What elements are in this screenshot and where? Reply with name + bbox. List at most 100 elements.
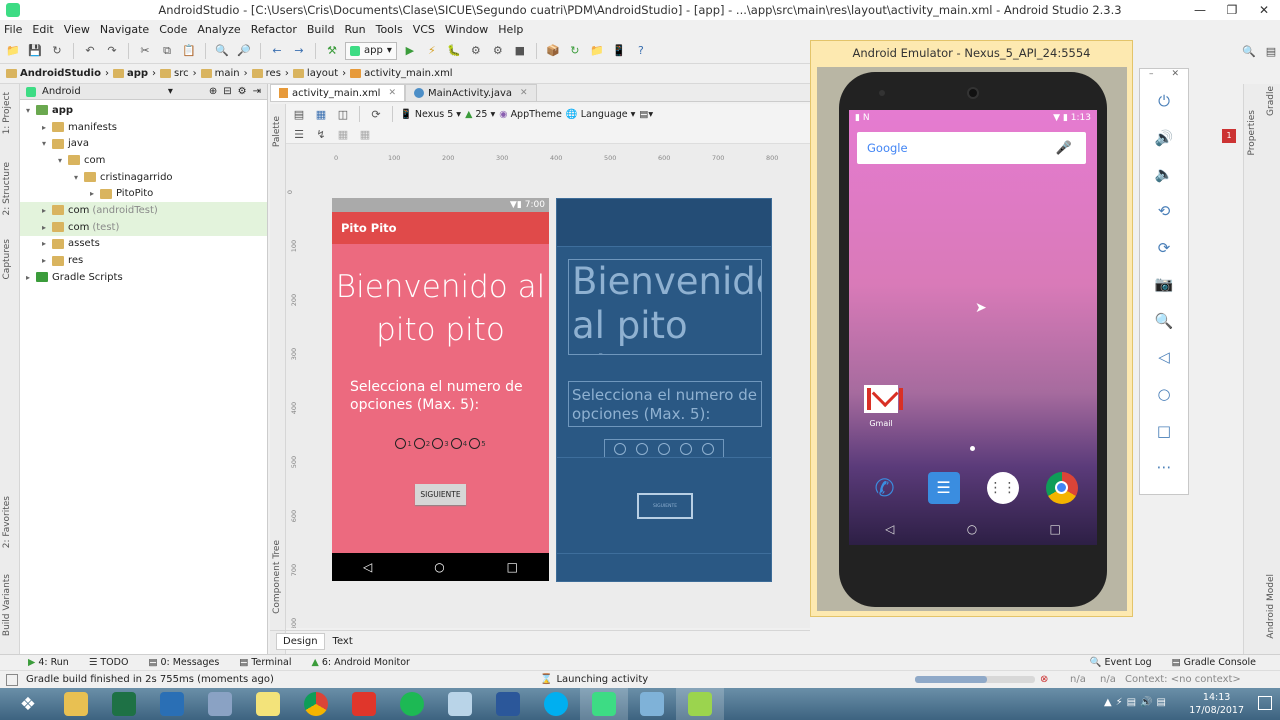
radio-option-2[interactable]: 2 [413,438,430,449]
app-drawer-icon[interactable]: ⋮⋮ [986,471,1019,504]
sync-icon[interactable]: ↻ [48,42,66,60]
terminal-tool-button[interactable]: ▤ Terminal [239,657,291,668]
show-constraints-icon[interactable]: ☰ [290,125,308,143]
breadcrumb-item[interactable]: app [112,68,148,79]
tab-captures[interactable]: Captures [2,239,12,279]
scroll-from-source-icon[interactable]: ⊕ [209,86,217,97]
blueprint-radio-group[interactable] [604,439,724,458]
gradle-tab[interactable]: Gradle [1266,86,1276,116]
collapsed-arrow-icon[interactable]: ▸ [26,273,36,282]
open-folder-icon[interactable]: 📁 [4,42,22,60]
messages-app-icon[interactable]: ☰ [927,471,960,504]
device-select[interactable]: 📱 Nexus 5 ▾ [400,109,461,120]
tree-item-com[interactable]: ▸ com (test) [20,218,267,236]
theme-select[interactable]: ◉ AppTheme [499,109,562,120]
debug-icon[interactable]: 🐛 [445,42,463,60]
tab-favorites[interactable]: 2: Favorites [2,496,12,548]
menu-refactor[interactable]: Refactor [251,23,297,36]
sdk-manager-icon[interactable]: 📦 [544,42,562,60]
sticky-notes-taskbar-icon[interactable] [244,688,292,720]
android-studio-taskbar-icon[interactable] [580,688,628,720]
menu-file[interactable]: File [4,23,22,36]
tree-item-gradle-scripts[interactable]: ▸ Gradle Scripts [20,269,267,286]
layout-icon[interactable]: ▤ [1262,42,1280,60]
phone-app-icon[interactable]: ✆ [869,472,901,504]
calculator-taskbar-icon[interactable] [196,688,244,720]
tab-structure[interactable]: 2: Structure [2,162,12,216]
orientation-icon[interactable]: ⟳ [367,105,385,123]
forward-icon[interactable]: → [290,42,308,60]
language-select[interactable]: 🌐 Language ▾ [566,109,636,120]
find-icon[interactable]: 🔍 [213,42,231,60]
google-search-bar[interactable]: Google 🎤 [857,132,1086,164]
breadcrumb-item[interactable]: main [200,68,240,79]
collapsed-arrow-icon[interactable]: ▸ [42,223,52,232]
todo-tool-button[interactable]: ☰ TODO [89,657,129,668]
paste-icon[interactable]: 📋 [180,42,198,60]
api-select[interactable]: ▲ 25 ▾ [465,109,495,120]
word-taskbar-icon[interactable] [484,688,532,720]
power-icon[interactable]: ⏻ [1140,83,1188,120]
collapsed-arrow-icon[interactable]: ▸ [90,189,100,198]
project-structure-icon[interactable]: 📁 [588,42,606,60]
run-icon[interactable]: ▶ [401,42,419,60]
both-view-icon[interactable]: ◫ [334,105,352,123]
properties-tab[interactable]: Properties [1247,110,1257,155]
tab-text[interactable]: Text [327,634,359,649]
tree-item-res[interactable]: ▸ res [20,252,267,269]
menu-run[interactable]: Run [345,23,366,36]
preview-next-button[interactable]: SIGUIENTE [415,484,466,505]
preview-welcome-text[interactable]: Bienvenido al pito pito [332,266,549,352]
notifications-icon[interactable] [1258,696,1272,710]
pdf-taskbar-icon[interactable] [340,688,388,720]
preview-question-text[interactable]: Selecciona el numero de opciones (Max. 5… [350,378,531,414]
system-tray-icons[interactable]: ▲⚡▤🔊▤ [1104,697,1170,708]
profile-icon[interactable]: ⚙ [489,42,507,60]
emu-recents-icon[interactable]: □ [1050,522,1061,536]
emu-back-icon[interactable]: ◁ [885,522,894,536]
close-tab-icon[interactable]: ✕ [388,88,396,98]
menu-window[interactable]: Window [445,23,488,36]
android-monitor-tool-button[interactable]: ▲ 6: Android Monitor [311,657,409,668]
breadcrumb-item[interactable]: res [251,68,281,79]
run-config-select[interactable]: app ▾ [345,41,397,60]
tab-project[interactable]: 1: Project [2,92,12,134]
tree-item-com[interactable]: ▸ com (androidTest) [20,202,267,219]
emu-home-icon[interactable]: ○ [967,522,977,536]
collapsed-arrow-icon[interactable]: ▸ [42,206,52,215]
settings-icon[interactable]: ⚙ [238,86,247,97]
tree-item-com[interactable]: ▾ com [20,152,267,169]
breadcrumb-item[interactable]: layout [292,68,338,79]
breadcrumb-item[interactable]: src [160,68,189,79]
collapse-all-icon[interactable]: ⊟ [223,86,231,97]
overview-icon[interactable]: □ [1140,412,1188,449]
more-icon[interactable]: ⋯ [1140,449,1188,486]
expanded-arrow-icon[interactable]: ▾ [42,139,52,148]
avd-manager-icon[interactable]: 📱 [610,42,628,60]
paint-taskbar-icon[interactable] [436,688,484,720]
expanded-arrow-icon[interactable]: ▾ [74,173,84,182]
hide-panel-icon[interactable]: ⇥ [253,86,261,97]
stop-icon[interactable]: ■ [511,42,529,60]
run-tool-button[interactable]: ▶ 4: Run [28,657,69,668]
menu-code[interactable]: Code [159,23,187,36]
mic-icon[interactable]: 🎤 [1056,141,1072,156]
menu-analyze[interactable]: Analyze [197,23,240,36]
design-preview-phone[interactable]: ▼▮ 7:00 Pito Pito Bienvenido al pito pito… [332,198,549,581]
autoconnect-icon[interactable]: ↯ [312,125,330,143]
tree-item-assets[interactable]: ▸ assets [20,236,267,253]
breadcrumb-item[interactable]: AndroidStudio [6,68,101,79]
design-view-icon[interactable]: ▤ [290,105,308,123]
messages-tool-button[interactable]: ▤ 0: Messages [148,657,219,668]
collapsed-arrow-icon[interactable]: ▸ [42,123,52,132]
menu-edit[interactable]: Edit [32,23,53,36]
cut-icon[interactable]: ✂ [136,42,154,60]
component-tree-tab[interactable]: Component Tree [272,540,282,614]
breadcrumb-item[interactable]: activity_main.xml [350,68,453,79]
infer-constraints-icon[interactable]: ▦ [356,125,374,143]
emulator-window[interactable]: Android Emulator - Nexus_5_API_24:5554 ▮… [810,40,1133,617]
vm-taskbar-icon[interactable] [148,688,196,720]
clear-constraints-icon[interactable]: ▦ [334,125,352,143]
notes-taskbar-icon[interactable] [628,688,676,720]
volume-down-icon[interactable]: 🔈 [1140,156,1188,193]
